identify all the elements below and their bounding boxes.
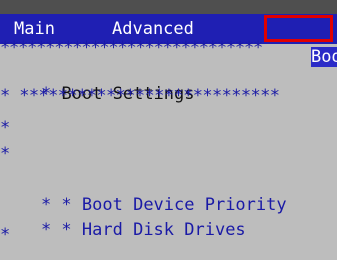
bios-screen: Main Advanced Boot *********************… <box>0 0 337 246</box>
top-frame-bar <box>0 0 337 14</box>
empty-row-bullet: * <box>0 118 11 138</box>
row-bullets: * * <box>40 220 82 240</box>
empty-row-bullet: * <box>0 225 11 245</box>
entry-label: Hard Disk Drives <box>81 220 246 240</box>
menu-entry-hard-disk-drives[interactable]: * * Hard Disk Drives <box>0 200 246 240</box>
separator-line: ***************************** <box>0 38 263 58</box>
title-separator: * *************************** <box>0 86 280 106</box>
empty-row-bullet: * <box>0 144 11 164</box>
menu-entry-boot-device-priority[interactable]: * * Boot Device Priority <box>0 175 287 215</box>
section-title-row: * Boot Settings <box>0 64 195 104</box>
